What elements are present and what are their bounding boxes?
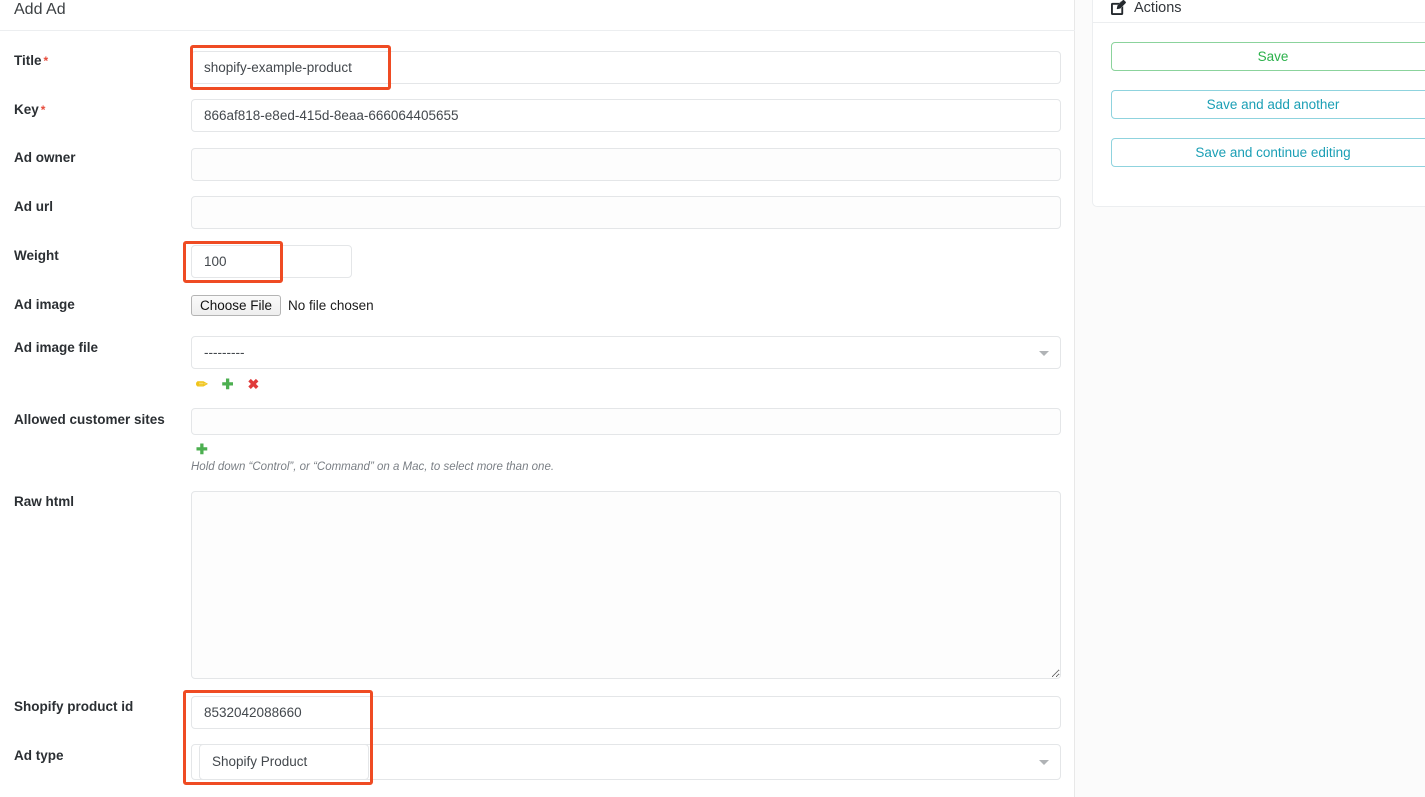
label-shopify-product-id: Shopify product id xyxy=(14,699,134,714)
add-plus-icon[interactable]: ✚ xyxy=(196,442,208,456)
title-input[interactable] xyxy=(191,51,1061,84)
ad-image-file-select[interactable]: --------- xyxy=(191,336,1061,369)
allowed-sites-help-text: Hold down “Control”, or “Command” on a M… xyxy=(191,461,555,473)
save-and-continue-editing-button[interactable]: Save and continue editing xyxy=(1111,138,1425,167)
delete-x-icon[interactable]: ✖ xyxy=(247,377,259,391)
ad-image-file-input[interactable]: Choose File No file chosen xyxy=(191,295,374,316)
allowed-customer-sites-multiselect[interactable] xyxy=(191,408,1061,435)
edit-pencil-icon[interactable]: ✏ xyxy=(196,377,208,391)
ad-owner-input[interactable] xyxy=(191,148,1061,181)
label-ad-owner: Ad owner xyxy=(14,150,76,165)
actions-header: Actions xyxy=(1093,0,1425,23)
add-plus-icon[interactable]: ✚ xyxy=(222,377,234,391)
label-ad-url: Ad url xyxy=(14,199,53,214)
label-title: Title * xyxy=(14,53,49,68)
save-and-add-another-button[interactable]: Save and add another xyxy=(1111,90,1425,119)
weight-input[interactable] xyxy=(191,245,352,278)
label-key: Key * xyxy=(14,102,46,117)
choose-file-button[interactable]: Choose File xyxy=(191,295,282,316)
edit-square-icon xyxy=(1111,0,1126,15)
actions-title: Actions xyxy=(1134,0,1182,16)
label-weight: Weight xyxy=(14,248,59,263)
title-divider xyxy=(0,30,1075,31)
label-ad-image-file: Ad image file xyxy=(14,340,99,355)
label-raw-html: Raw html xyxy=(14,494,75,509)
label-ad-type: Ad type xyxy=(14,748,64,763)
page-title: Add Ad xyxy=(14,1,66,18)
file-status-text: No file chosen xyxy=(288,298,374,313)
ad-image-file-select-wrapper[interactable]: --------- xyxy=(191,336,1061,369)
save-button[interactable]: Save xyxy=(1111,42,1425,71)
required-asterisk: * xyxy=(43,54,49,68)
allowed-sites-icons: ✚ xyxy=(196,442,208,456)
required-asterisk: * xyxy=(40,103,46,117)
admin-add-ad-page: Add Ad Title* Key* Ad owner Ad url Weigh… xyxy=(0,0,1425,797)
label-ad-image: Ad image xyxy=(14,297,75,312)
key-input[interactable] xyxy=(191,99,1061,132)
related-widget-icons: ✏ ✚ ✖ xyxy=(196,377,259,391)
shopify-product-id-input[interactable] xyxy=(191,696,1061,729)
actions-card: Actions Save Save and add another Save a… xyxy=(1092,0,1425,207)
ad-url-input[interactable] xyxy=(191,196,1061,229)
ad-type-option-shopify-product[interactable]: Shopify Product xyxy=(199,744,369,780)
raw-html-textarea[interactable] xyxy=(191,491,1061,679)
ad-form-card: Add Ad Title* Key* Ad owner Ad url Weigh… xyxy=(0,0,1075,797)
label-allowed-customer-sites: Allowed customer sites xyxy=(14,412,165,427)
